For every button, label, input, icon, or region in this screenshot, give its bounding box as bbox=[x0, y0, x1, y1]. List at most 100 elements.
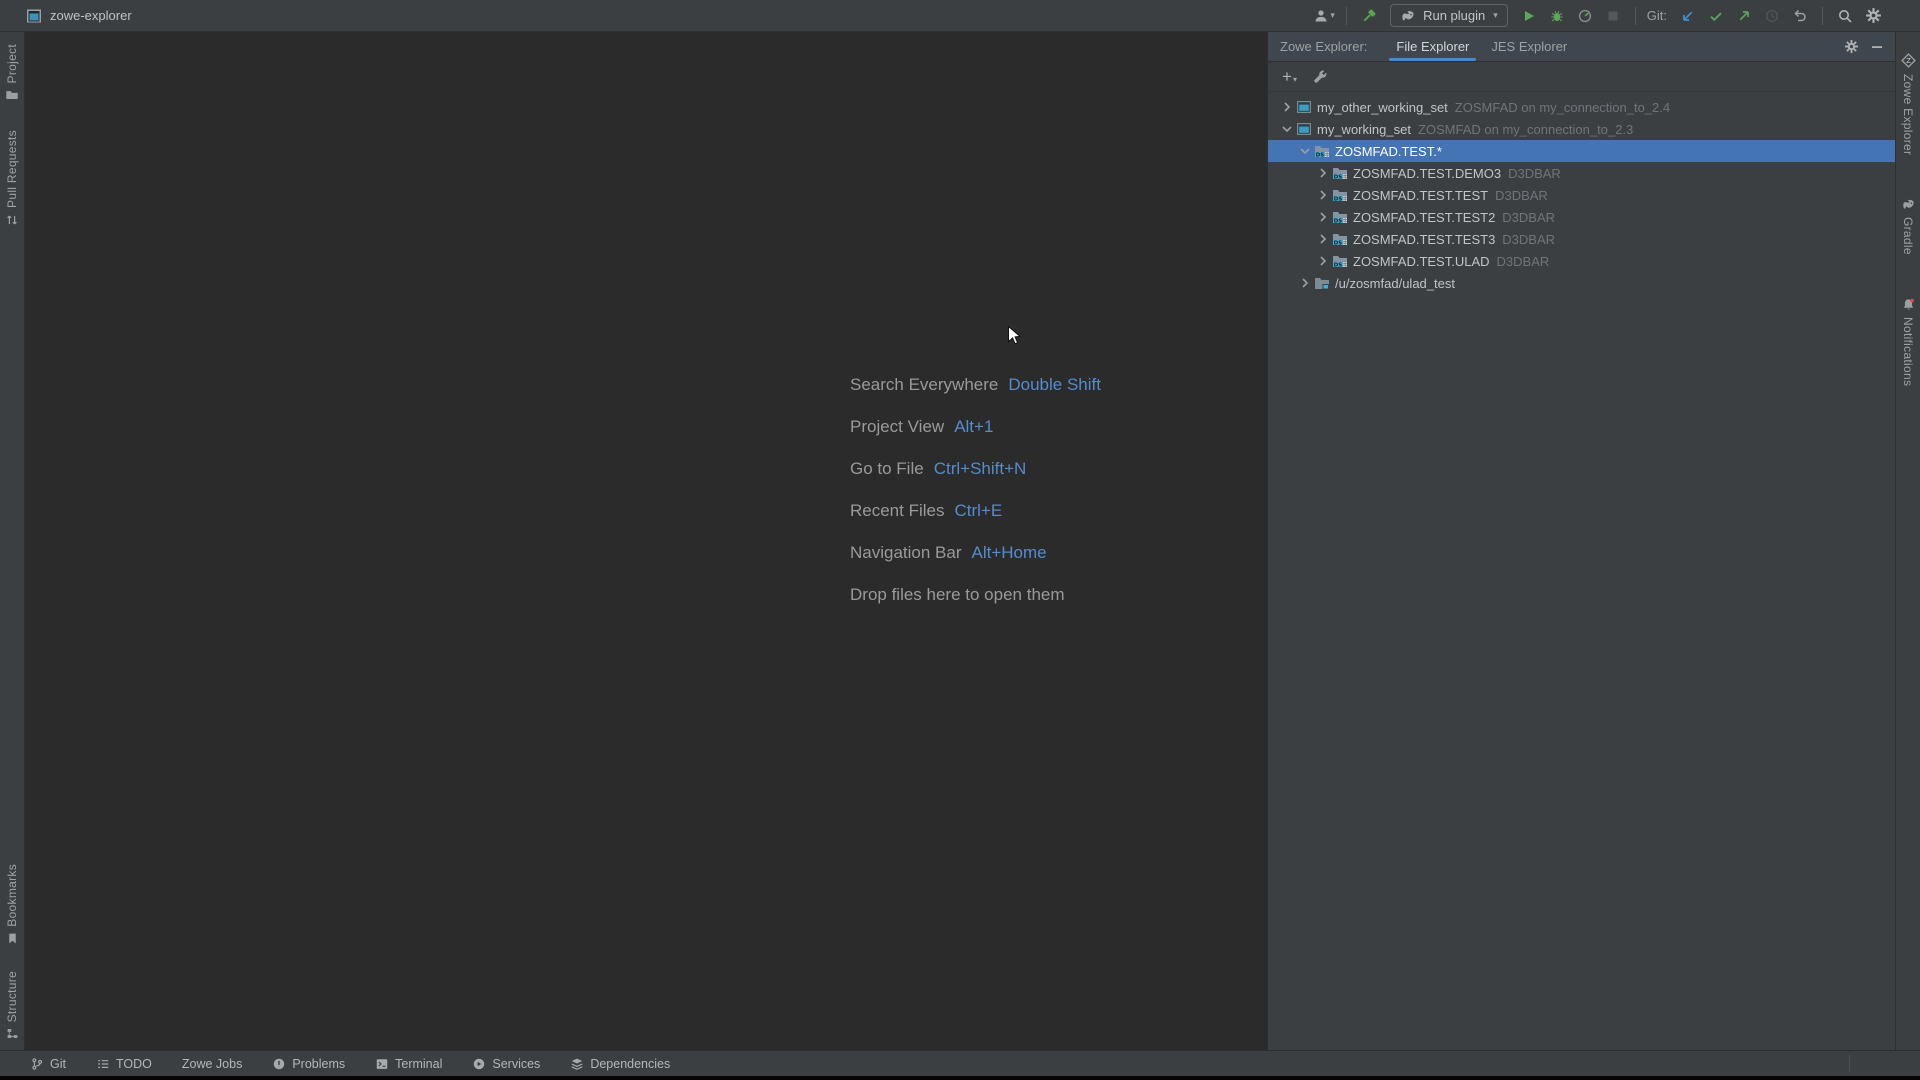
minimize-button[interactable] bbox=[1871, 41, 1883, 53]
wrench-button[interactable] bbox=[1313, 69, 1328, 84]
chevron-right-icon[interactable] bbox=[1314, 187, 1331, 203]
tab-jes-explorer[interactable]: JES Explorer bbox=[1480, 32, 1578, 61]
stop-button[interactable] bbox=[1600, 4, 1626, 28]
chevron-down-icon: ▾ bbox=[1293, 75, 1297, 84]
tool-stripe-pull-requests[interactable]: Pull Requests bbox=[5, 130, 19, 227]
svg-text:DS: DS bbox=[1334, 174, 1342, 180]
history-button[interactable] bbox=[1759, 4, 1785, 28]
hammer-icon bbox=[1361, 8, 1377, 24]
statusbar-item-dependencies[interactable]: Dependencies bbox=[570, 1057, 670, 1071]
git-push-button[interactable] bbox=[1731, 4, 1757, 28]
tree-node-name: my_working_set bbox=[1317, 122, 1411, 137]
tree-row[interactable]: DSZOSMFAD.TEST.DEMO3D3DBAR bbox=[1268, 162, 1895, 184]
project-folder-icon bbox=[5, 88, 19, 102]
statusbar-item-label: Problems bbox=[292, 1057, 345, 1071]
statusbar-item-git[interactable]: Git bbox=[30, 1057, 66, 1071]
statusbar-item-services[interactable]: Services bbox=[472, 1057, 540, 1071]
run-configuration-combo[interactable]: Run plugin▾ bbox=[1390, 4, 1508, 27]
gear-button[interactable] bbox=[1844, 39, 1859, 54]
shortcut-keys: Double Shift bbox=[1008, 375, 1101, 395]
window-title: zowe-explorer bbox=[50, 8, 132, 23]
chevron-right-icon[interactable] bbox=[1278, 99, 1295, 115]
zowe-panel-title: Zowe Explorer: bbox=[1280, 39, 1367, 54]
zowe-icon: Z bbox=[1900, 52, 1917, 69]
tool-stripe-label: Structure bbox=[5, 971, 19, 1022]
search-button[interactable] bbox=[1832, 4, 1858, 28]
chevron-right-icon[interactable] bbox=[1314, 253, 1331, 269]
pull-request-icon bbox=[5, 213, 19, 227]
statusbar-item-terminal[interactable]: Terminal bbox=[375, 1057, 442, 1071]
user-icon bbox=[1313, 8, 1329, 24]
problems-icon bbox=[272, 1057, 286, 1071]
chevron-right-icon[interactable] bbox=[1296, 275, 1313, 291]
tool-stripe-label: Zowe Explorer bbox=[1901, 74, 1915, 155]
history-icon bbox=[1764, 8, 1780, 24]
tree-node-name: ZOSMFAD.TEST.ULAD bbox=[1353, 254, 1490, 269]
git-label: Git: bbox=[1647, 8, 1667, 23]
dataset-tree: my_other_working_setZOSMFAD on my_connec… bbox=[1268, 92, 1895, 1050]
tree-row[interactable]: /u/zosmfad/ulad_test bbox=[1268, 272, 1895, 294]
editor-shortcut-hints: Search EverywhereDouble ShiftProject Vie… bbox=[850, 375, 1101, 605]
settings-button[interactable] bbox=[1860, 4, 1886, 28]
tree-node-detail: ZOSMFAD on my_connection_to_2.3 bbox=[1418, 122, 1633, 137]
profiler-button[interactable] bbox=[1572, 4, 1598, 28]
tool-stripe-label: Project bbox=[5, 44, 19, 83]
tool-stripe-gradle[interactable]: Gradle bbox=[1901, 197, 1916, 255]
chevron-right-icon[interactable] bbox=[1314, 165, 1331, 181]
git-branch-icon bbox=[30, 1057, 44, 1071]
statusbar-item-todo[interactable]: TODO bbox=[96, 1057, 152, 1071]
shortcut-keys: Ctrl+Shift+N bbox=[934, 459, 1027, 479]
chevron-right-icon[interactable] bbox=[1314, 209, 1331, 225]
tool-stripe-project[interactable]: Project bbox=[5, 44, 19, 102]
statusbar-item-label: Services bbox=[492, 1057, 540, 1071]
tree-row[interactable]: DSZOSMFAD.TEST.ULADD3DBAR bbox=[1268, 250, 1895, 272]
avatar-button[interactable] bbox=[1888, 4, 1914, 28]
chevron-down-icon[interactable] bbox=[1296, 143, 1313, 159]
tree-row[interactable]: DSZOSMFAD.TEST.TEST2D3DBAR bbox=[1268, 206, 1895, 228]
svg-text:DS: DS bbox=[1334, 262, 1342, 268]
debug-icon bbox=[1549, 8, 1565, 24]
terminal-icon bbox=[375, 1057, 389, 1071]
git-update-icon bbox=[1680, 8, 1696, 24]
uss-folder-icon bbox=[1314, 275, 1330, 291]
tree-row[interactable]: DSZOSMFAD.TEST.TEST3D3DBAR bbox=[1268, 228, 1895, 250]
tab-file-explorer[interactable]: File Explorer bbox=[1385, 32, 1480, 61]
shortcut-action-label: Recent Files bbox=[850, 501, 944, 521]
shortcut-action-label: Go to File bbox=[850, 459, 924, 479]
shortcut-keys: Alt+1 bbox=[954, 417, 993, 437]
tree-row[interactable]: DSZOSMFAD.TEST.TESTD3DBAR bbox=[1268, 184, 1895, 206]
statusbar-item-zowe-jobs[interactable]: Zowe Jobs bbox=[182, 1057, 242, 1071]
svg-text:DS: DS bbox=[1334, 196, 1342, 202]
hammer-button[interactable] bbox=[1356, 4, 1382, 28]
tree-row[interactable]: my_working_set ZOSMFAD on my_connection_t… bbox=[1268, 118, 1895, 140]
todo-icon bbox=[96, 1057, 110, 1071]
svg-text:DS: DS bbox=[1334, 240, 1342, 246]
git-commit-button[interactable] bbox=[1703, 4, 1729, 28]
notifications-icon bbox=[1901, 297, 1916, 312]
run-button[interactable] bbox=[1516, 4, 1542, 28]
search-icon bbox=[1837, 8, 1853, 24]
tool-stripe-zowe-explorer[interactable]: Z Zowe Explorer bbox=[1900, 52, 1917, 155]
tool-stripe-bookmarks[interactable]: Bookmarks bbox=[5, 864, 19, 945]
left-tool-stripe: Project Pull Requests Bookmarks Structure bbox=[0, 32, 25, 1050]
dataset-icon: DS bbox=[1332, 209, 1348, 225]
git-update-button[interactable] bbox=[1675, 4, 1701, 28]
shortcut-keys: Ctrl+E bbox=[954, 501, 1002, 521]
tree-row[interactable]: DSZOSMFAD.TEST.* bbox=[1268, 140, 1895, 162]
shortcut-action-label: Navigation Bar bbox=[850, 543, 962, 563]
title-bar: zowe-explorer ▾ Run plugin▾ Git: bbox=[0, 0, 1920, 32]
editor-area[interactable]: Search EverywhereDouble ShiftProject Vie… bbox=[26, 33, 1267, 1050]
statusbar-item-problems[interactable]: Problems bbox=[272, 1057, 345, 1071]
dataset-icon: DS bbox=[1332, 187, 1348, 203]
debug-button[interactable] bbox=[1544, 4, 1570, 28]
tree-row[interactable]: my_other_working_setZOSMFAD on my_connec… bbox=[1268, 96, 1895, 118]
tool-stripe-structure[interactable]: Structure bbox=[5, 971, 19, 1040]
working-set-icon bbox=[1296, 99, 1312, 115]
chevron-down-icon[interactable] bbox=[1278, 121, 1295, 137]
user-button[interactable]: ▾ bbox=[1311, 4, 1337, 28]
add-button[interactable]: +▾ bbox=[1282, 69, 1297, 84]
rollback-button[interactable] bbox=[1787, 4, 1813, 28]
tool-stripe-notifications[interactable]: Notifications bbox=[1901, 297, 1916, 386]
chevron-right-icon[interactable] bbox=[1314, 231, 1331, 247]
titlebar-divider bbox=[1822, 7, 1823, 25]
